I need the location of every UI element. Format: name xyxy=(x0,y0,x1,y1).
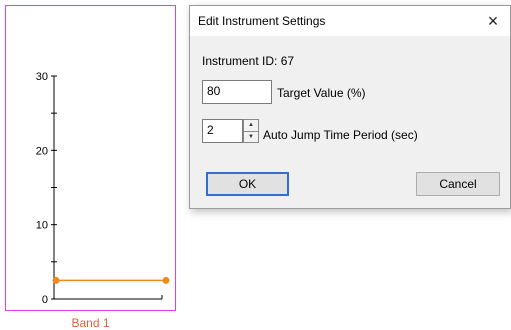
target-value-input[interactable]: 80 xyxy=(202,80,272,104)
chart-panel: 0 10 20 30 xyxy=(5,5,176,311)
jump-period-label: Auto Jump Time Period (sec) xyxy=(263,128,418,142)
ok-button[interactable]: OK xyxy=(206,172,289,196)
y-tick-label: 0 xyxy=(42,294,48,306)
band-chart: 0 10 20 30 xyxy=(36,71,170,306)
y-tick-label: 30 xyxy=(36,71,48,83)
jump-period-input[interactable]: 2 xyxy=(202,119,243,143)
chart-caption: Band 1 xyxy=(71,316,110,330)
dialog-title: Edit Instrument Settings xyxy=(198,14,326,28)
y-tick-label: 10 xyxy=(36,220,48,232)
dialog-titlebar: Edit Instrument Settings × xyxy=(190,6,510,36)
edit-instrument-dialog: Edit Instrument Settings × Instrument ID… xyxy=(189,5,511,209)
jump-period-stepper[interactable]: ▲ ▼ xyxy=(243,119,259,143)
instrument-id-label: Instrument ID: 67 xyxy=(202,54,295,68)
cancel-button[interactable]: Cancel xyxy=(416,172,500,196)
close-icon[interactable]: × xyxy=(476,6,510,36)
target-value-label: Target Value (%) xyxy=(277,86,366,100)
data-point xyxy=(162,276,170,284)
y-tick-label: 20 xyxy=(36,145,48,157)
data-point xyxy=(52,276,60,284)
spin-down-icon[interactable]: ▼ xyxy=(244,130,258,143)
spin-up-icon[interactable]: ▲ xyxy=(244,120,258,131)
